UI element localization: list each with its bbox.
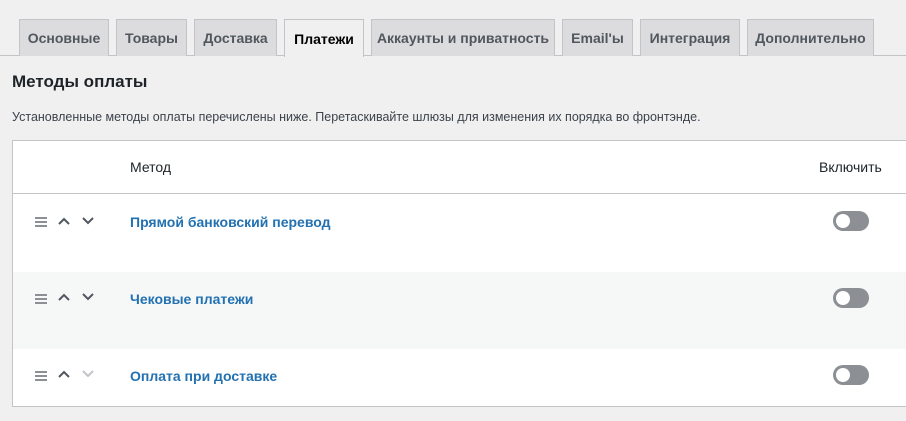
move-down-icon [81, 369, 95, 379]
move-down-icon[interactable] [81, 216, 95, 226]
enable-toggle[interactable] [833, 211, 869, 231]
tab-accounts-privacy[interactable]: Аккаунты и приватность [371, 19, 555, 56]
move-up-icon[interactable] [57, 216, 71, 226]
section-title: Методы оплаты [12, 72, 148, 91]
column-header-method: Метод [130, 159, 172, 175]
method-link[interactable]: Чековые платежи [130, 291, 253, 307]
tab-payments[interactable]: Платежи [284, 19, 364, 57]
drag-handle-icon[interactable] [35, 217, 47, 229]
table-header: Метод Включить [13, 141, 906, 194]
move-up-icon[interactable] [57, 292, 71, 302]
tab-general[interactable]: Основные [19, 19, 109, 56]
drag-handle-icon[interactable] [35, 294, 47, 306]
table-row: Прямой банковский перевод [13, 195, 906, 272]
move-down-icon[interactable] [81, 292, 95, 302]
payment-methods-table: Метод Включить Прямой банковский перевод… [12, 140, 906, 407]
column-header-enable: Включить [819, 159, 882, 175]
move-up-icon[interactable] [57, 369, 71, 379]
enable-toggle[interactable] [833, 288, 869, 308]
section-description: Установленные методы оплаты перечислены … [12, 110, 701, 124]
tab-integration[interactable]: Интеграция [640, 19, 740, 56]
tab-advanced[interactable]: Дополнительно [747, 19, 874, 56]
enable-toggle[interactable] [833, 365, 869, 385]
settings-tabs: Основные Товары Доставка Платежи Аккаунт… [0, 0, 906, 57]
drag-handle-icon[interactable] [35, 371, 47, 383]
table-row: Чековые платежи [13, 272, 906, 349]
tab-emails[interactable]: Email'ы [562, 19, 633, 56]
method-link[interactable]: Прямой банковский перевод [130, 214, 331, 230]
table-row: Оплата при доставке [13, 349, 906, 406]
tab-shipping[interactable]: Доставка [194, 19, 277, 56]
tab-products[interactable]: Товары [116, 19, 187, 56]
method-link[interactable]: Оплата при доставке [130, 368, 277, 384]
